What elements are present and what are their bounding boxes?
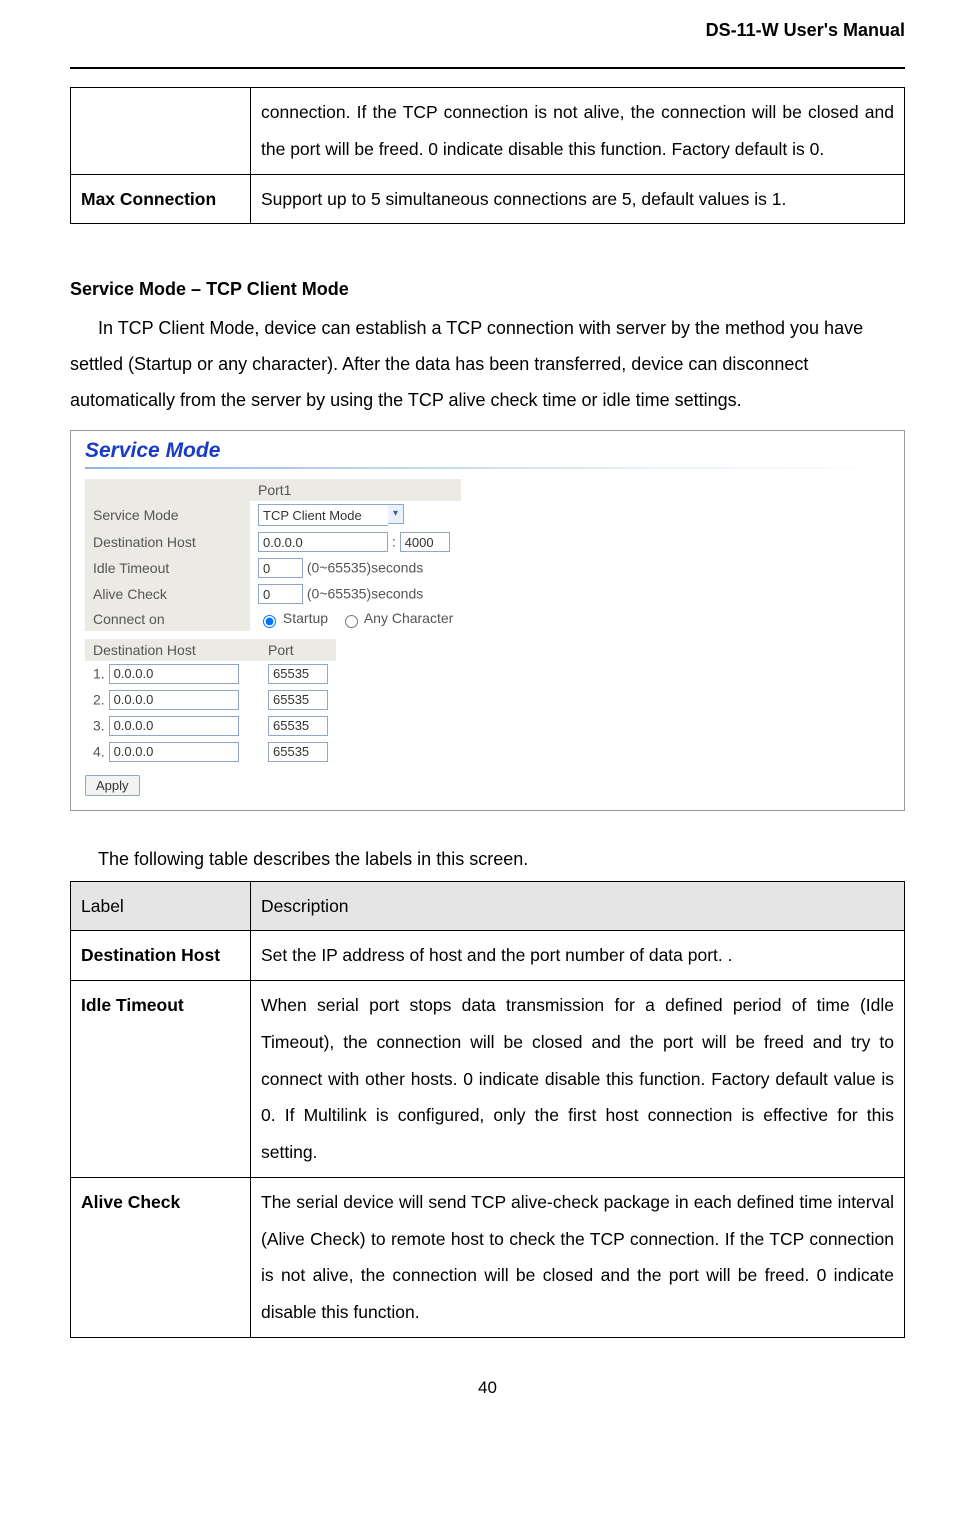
idle-timeout-cell: (0~65535)seconds [250, 555, 461, 581]
table-row: Idle Timeout When serial port stops data… [71, 981, 905, 1178]
desc-row-desc: When serial port stops data transmission… [251, 981, 905, 1178]
header-rule [70, 67, 905, 69]
idle-timeout-input[interactable] [258, 558, 303, 578]
desc-row-label: Idle Timeout [71, 981, 251, 1178]
colon-separator: : [392, 534, 400, 550]
host-input-3[interactable] [109, 716, 239, 736]
connect-on-startup-label: Startup [283, 610, 328, 626]
table-row: 2. [85, 687, 336, 713]
table-row: Alive Check The serial device will send … [71, 1177, 905, 1337]
desc-row-desc: Set the IP address of host and the port … [251, 931, 905, 981]
desc-header-description: Description [251, 881, 905, 931]
idle-timeout-suffix: (0~65535)seconds [307, 560, 423, 576]
row-num: 1. [93, 665, 105, 681]
top-row1-label [71, 88, 251, 175]
table-row: Destination Host Set the IP address of h… [71, 931, 905, 981]
dest-host-ip-input[interactable] [258, 532, 388, 552]
host-col-header: Destination Host [85, 639, 260, 661]
table-caption: The following table describes the labels… [70, 841, 905, 877]
table-row: Destination Host Port [85, 639, 336, 661]
connect-on-startup-radio[interactable] [263, 615, 276, 628]
host-row-4: 4. [85, 739, 260, 765]
port-input-2[interactable] [268, 690, 328, 710]
top-row2-label: Max Connection [71, 174, 251, 224]
description-table: Label Description Destination Host Set t… [70, 881, 905, 1338]
port-header: Port1 [250, 479, 461, 501]
table-row: 4. [85, 739, 336, 765]
table-row: Port1 [85, 479, 461, 501]
table-row: Connect on Startup Any Character [85, 607, 461, 630]
doc-title: DS-11-W User's Manual [70, 20, 905, 47]
host-input-1[interactable] [109, 664, 239, 684]
idle-timeout-label: Idle Timeout [85, 555, 250, 581]
apply-button[interactable]: Apply [85, 775, 140, 796]
connect-on-label: Connect on [85, 607, 250, 630]
host-row-2: 2. [85, 687, 260, 713]
top-row1-desc: connection. If the TCP connection is not… [251, 88, 905, 175]
alive-check-cell: (0~65535)seconds [250, 581, 461, 607]
blank-header [85, 479, 250, 501]
connect-on-cell: Startup Any Character [250, 607, 461, 630]
port-input-1[interactable] [268, 664, 328, 684]
section-heading: Service Mode – TCP Client Mode [70, 279, 905, 300]
connect-on-anychar-radio[interactable] [345, 615, 358, 628]
host-row-3: 3. [85, 713, 260, 739]
desc-header-label: Label [71, 881, 251, 931]
top-row2-desc: Support up to 5 simultaneous connections… [251, 174, 905, 224]
host-row-1: 1. [85, 661, 260, 687]
screenshot-title: Service Mode [71, 431, 904, 465]
screenshot-title-underline [85, 467, 890, 469]
service-mode-cell: ▾ [250, 501, 461, 529]
host-input-4[interactable] [109, 742, 239, 762]
desc-row-desc: The serial device will send TCP alive-ch… [251, 1177, 905, 1337]
alive-check-label: Alive Check [85, 581, 250, 607]
dest-host-label: Destination Host [85, 529, 250, 555]
desc-row-label: Destination Host [71, 931, 251, 981]
row-num: 2. [93, 691, 105, 707]
intro-paragraph: In TCP Client Mode, device can establish… [70, 310, 905, 418]
dest-host-cell: : [250, 529, 461, 555]
port-col-header: Port [260, 639, 336, 661]
service-mode-select[interactable] [258, 504, 388, 526]
host-input-2[interactable] [109, 690, 239, 710]
table-row: Alive Check (0~65535)seconds [85, 581, 461, 607]
top-continuation-table: connection. If the TCP connection is not… [70, 87, 905, 224]
table-row: 3. [85, 713, 336, 739]
desc-row-label: Alive Check [71, 1177, 251, 1337]
chevron-down-icon[interactable]: ▾ [388, 504, 404, 524]
alive-check-suffix: (0~65535)seconds [307, 586, 423, 602]
row-num: 4. [93, 743, 105, 759]
port-input-3[interactable] [268, 716, 328, 736]
screenshot-settings-table: Port1 Service Mode ▾ Destination Host : … [85, 479, 461, 630]
connect-on-anychar-label: Any Character [364, 610, 453, 626]
table-row: Service Mode ▾ [85, 501, 461, 529]
service-mode-label: Service Mode [85, 501, 250, 529]
port-input-4[interactable] [268, 742, 328, 762]
row-num: 3. [93, 717, 105, 733]
service-mode-screenshot: Service Mode Port1 Service Mode ▾ Destin… [70, 430, 905, 810]
table-row: connection. If the TCP connection is not… [71, 88, 905, 175]
screenshot-host-table: Destination Host Port 1. 2. 3. 4. [85, 639, 336, 765]
table-row: 1. [85, 661, 336, 687]
table-row: Destination Host : [85, 529, 461, 555]
dest-host-port-input[interactable] [400, 532, 450, 552]
table-row: Max Connection Support up to 5 simultane… [71, 174, 905, 224]
table-row: Label Description [71, 881, 905, 931]
alive-check-input[interactable] [258, 584, 303, 604]
table-row: Idle Timeout (0~65535)seconds [85, 555, 461, 581]
page-number: 40 [70, 1378, 905, 1398]
